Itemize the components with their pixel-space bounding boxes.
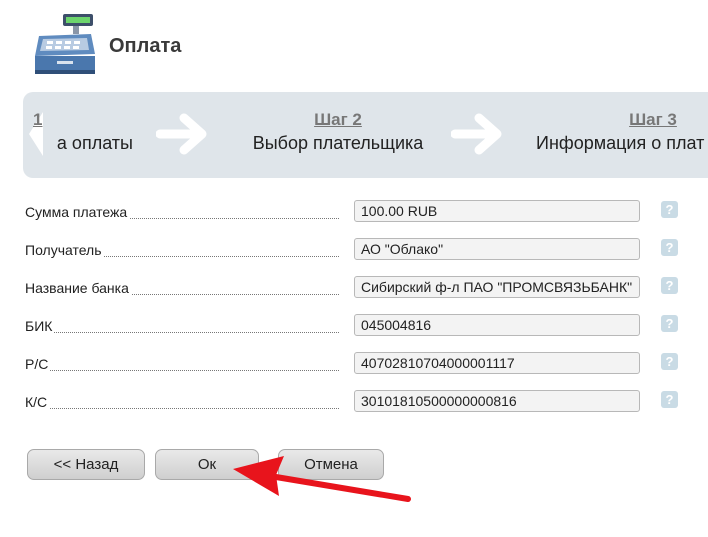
help-icon[interactable]: ? — [661, 391, 678, 408]
bank-name-label: Название банка — [25, 280, 131, 296]
help-icon[interactable]: ? — [661, 353, 678, 370]
help-icon[interactable]: ? — [661, 239, 678, 256]
amount-field[interactable] — [354, 200, 640, 222]
cash-register-icon — [35, 14, 95, 74]
recipient-label: Получатель — [25, 242, 104, 258]
bik-label: БИК — [25, 318, 55, 334]
wizard-steps: 1 а оплаты Шаг 2 Выбор плательщика Шаг 3… — [23, 92, 708, 178]
form-row-bank-name: Название банка ? — [0, 272, 708, 302]
step-3-name: Информация о плат — [536, 133, 705, 153]
corr-account-label: К/С — [25, 394, 50, 410]
corr-account-field[interactable] — [354, 390, 640, 412]
page-title: Оплата — [109, 35, 182, 57]
cancel-button[interactable]: Отмена — [278, 449, 384, 480]
step-1-name: а оплаты — [56, 133, 133, 153]
bank-name-field[interactable] — [354, 276, 640, 298]
step-3-number[interactable]: Шаг 3 — [528, 110, 708, 130]
step-2-number[interactable]: Шаг 2 — [213, 110, 463, 130]
account-label: Р/С — [25, 356, 51, 372]
step-1-number: 1 — [33, 110, 43, 129]
help-icon[interactable]: ? — [661, 315, 678, 332]
leader-dots — [25, 408, 339, 409]
step-2-name: Выбор плательщика — [252, 133, 424, 153]
leader-dots — [25, 370, 339, 371]
account-field[interactable] — [354, 352, 640, 374]
recipient-field[interactable] — [354, 238, 640, 260]
help-icon[interactable]: ? — [661, 201, 678, 218]
form-row-corr-account: К/С ? — [0, 386, 708, 416]
arrow-right-icon — [451, 113, 502, 155]
page-header: Оплата — [0, 0, 708, 90]
form-row-recipient: Получатель ? — [0, 234, 708, 264]
leader-dots — [25, 332, 339, 333]
form-row-account: Р/С ? — [0, 348, 708, 378]
arrow-right-icon — [156, 113, 207, 155]
form-row-bik: БИК ? — [0, 310, 708, 340]
back-button[interactable]: << Назад — [27, 449, 145, 480]
form-row-amount: Сумма платежа ? — [0, 196, 708, 226]
step-3[interactable]: Шаг 3 Информация о плат — [528, 92, 708, 178]
ok-button[interactable]: Ок — [155, 449, 259, 480]
amount-label: Сумма платежа — [25, 204, 130, 220]
step-2[interactable]: Шаг 2 Выбор плательщика — [213, 92, 463, 178]
bik-field[interactable] — [354, 314, 640, 336]
step-1[interactable]: 1 а оплаты — [23, 92, 133, 178]
help-icon[interactable]: ? — [661, 277, 678, 294]
